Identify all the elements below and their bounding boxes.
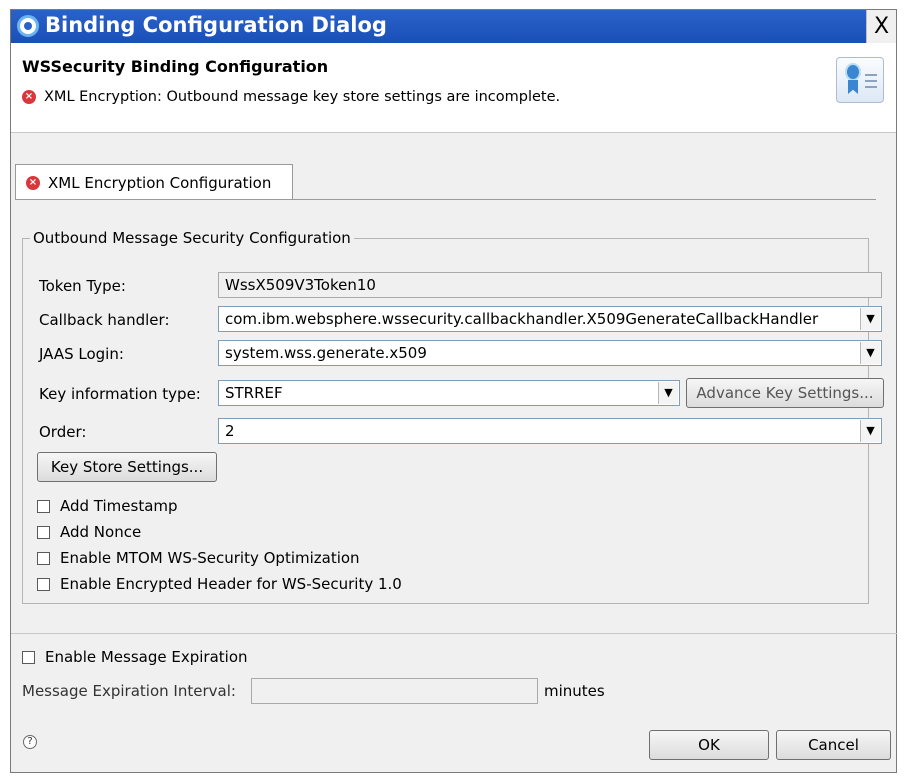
token-type-field: WssX509V3Token10 (218, 272, 882, 298)
app-icon (17, 15, 39, 37)
checkbox-label: Add Timestamp (60, 497, 178, 515)
help-icon[interactable]: ? (23, 735, 37, 749)
callback-handler-label: Callback handler: (39, 311, 170, 329)
enable-encrypted-header-checkbox[interactable]: Enable Encrypted Header for WS-Security … (37, 575, 402, 593)
error-message: × XML Encryption: Outbound message key s… (22, 89, 560, 105)
separator (11, 633, 897, 634)
tab-error-icon: × (26, 175, 40, 190)
error-message-text: XML Encryption: Outbound message key sto… (44, 89, 561, 105)
error-icon: × (22, 90, 36, 104)
checkbox-box[interactable] (37, 525, 50, 539)
jaas-login-label: JAAS Login: (39, 345, 124, 363)
callback-handler-combo[interactable]: com.ibm.websphere.wssecurity.callbackhan… (218, 306, 882, 332)
checkbox-box[interactable] (22, 650, 35, 664)
chevron-down-icon[interactable]: ▼ (860, 420, 880, 442)
token-type-label: Token Type: (39, 277, 126, 295)
checkbox-label: Enable Message Expiration (45, 648, 248, 666)
expiration-interval-input[interactable] (251, 678, 538, 704)
cancel-button[interactable]: Cancel (776, 730, 891, 760)
minutes-label: minutes (544, 682, 605, 700)
checkbox-box[interactable] (37, 499, 50, 513)
checkbox-box[interactable] (37, 577, 50, 591)
chevron-down-icon[interactable]: ▼ (860, 342, 880, 364)
callback-handler-value: com.ibm.websphere.wssecurity.callbackhan… (225, 310, 819, 328)
checkbox-label: Enable Encrypted Header for WS-Security … (60, 575, 402, 593)
order-value: 2 (225, 422, 235, 440)
expiration-interval-label: Message Expiration Interval: (22, 682, 236, 700)
ok-button[interactable]: OK (649, 730, 769, 760)
order-combo[interactable]: 2 ▼ (218, 418, 882, 444)
checkbox-label: Enable MTOM WS-Security Optimization (60, 549, 360, 567)
key-info-type-value: STRREF (225, 384, 283, 402)
checkbox-label: Add Nonce (60, 523, 142, 541)
group-legend: Outbound Message Security Configuration (30, 229, 354, 247)
advance-key-settings-button[interactable]: Advance Key Settings... (686, 378, 884, 408)
order-label: Order: (39, 423, 87, 441)
tab-xml-encryption-configuration[interactable]: × XML Encryption Configuration (15, 164, 293, 200)
window-title: Binding Configuration Dialog (45, 13, 387, 37)
jaas-login-value: system.wss.generate.x509 (225, 344, 427, 362)
key-info-type-combo[interactable]: STRREF ▼ (218, 380, 680, 406)
add-timestamp-checkbox[interactable]: Add Timestamp (37, 497, 178, 515)
chevron-down-icon[interactable]: ▼ (860, 308, 880, 330)
header-title: WSSecurity Binding Configuration (22, 57, 329, 76)
jaas-login-combo[interactable]: system.wss.generate.x509 ▼ (218, 340, 882, 366)
title-bar: Binding Configuration Dialog X (11, 10, 896, 43)
checkbox-box[interactable] (37, 551, 50, 565)
tab-label: XML Encryption Configuration (48, 173, 272, 192)
enable-mtom-checkbox[interactable]: Enable MTOM WS-Security Optimization (37, 549, 360, 567)
dialog-header: WSSecurity Binding Configuration × XML E… (11, 43, 896, 133)
chevron-down-icon[interactable]: ▼ (658, 382, 678, 404)
key-store-settings-button[interactable]: Key Store Settings... (37, 452, 217, 482)
enable-message-expiration-checkbox[interactable]: Enable Message Expiration (22, 648, 248, 666)
key-info-type-label: Key information type: (39, 385, 201, 403)
certificate-icon (836, 57, 884, 103)
close-button[interactable]: X (866, 10, 896, 43)
add-nonce-checkbox[interactable]: Add Nonce (37, 523, 141, 541)
